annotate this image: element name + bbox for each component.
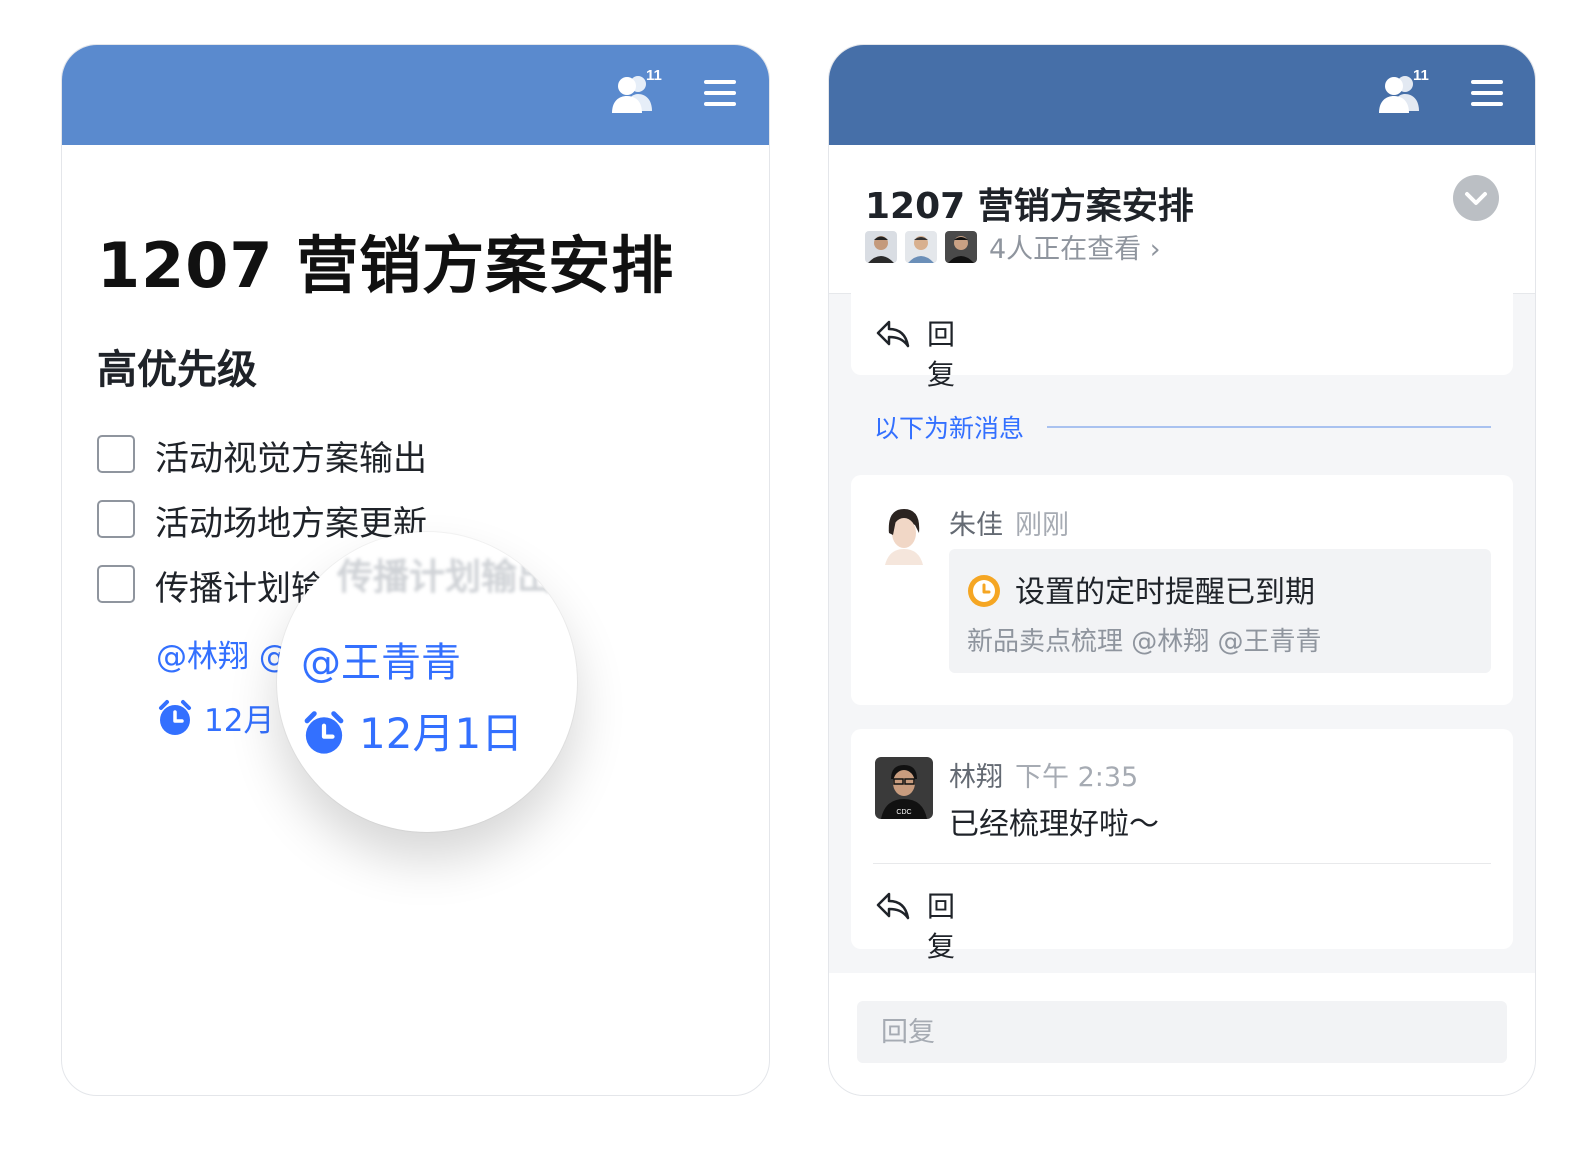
author-name[interactable]: 林翔 <box>949 762 1003 793</box>
message-divider <box>873 863 1491 864</box>
members-icon[interactable]: 11 <box>1377 67 1433 119</box>
collapse-button[interactable] <box>1453 175 1499 221</box>
new-messages-divider-line <box>1047 426 1491 428</box>
avatar <box>865 230 897 263</box>
reply-icon <box>876 892 910 920</box>
thread-header: 1207 营销方案安排 4人正在查看 › <box>829 145 1535 294</box>
message-author: 朱佳 刚刚 <box>949 503 1069 542</box>
magnified-due-date[interactable]: 12月1日 <box>301 700 523 761</box>
menu-icon[interactable] <box>702 77 742 117</box>
magnified-mention[interactable]: @王青青 <box>301 630 461 688</box>
menu-icon[interactable] <box>1469 77 1509 117</box>
reply-label: 回复 <box>927 890 956 963</box>
avatar <box>905 230 937 263</box>
reply-composer <box>829 973 1535 1095</box>
doc-title: 1207 营销方案安排 <box>97 229 675 302</box>
reply-icon <box>876 320 910 348</box>
author-name[interactable]: 朱佳 <box>949 510 1003 541</box>
message-text: 已经梳理好啦～ <box>949 807 1159 842</box>
message-time: 刚刚 <box>1015 510 1069 541</box>
section-heading: 高优先级 <box>97 347 257 393</box>
todo-checkbox[interactable] <box>97 565 135 603</box>
reminder-card[interactable]: 设置的定时提醒已到期 新品卖点梳理 @林翔 @王青青 <box>949 549 1491 673</box>
message-card: 朱佳 刚刚 设置的定时提醒已到期 新品卖点梳理 @林翔 @王青青 <box>851 475 1513 705</box>
members-count: 11 <box>1413 67 1429 84</box>
reminder-detail: 新品卖点梳理 @林翔 @王青青 <box>967 627 1322 657</box>
message-card: CDC 林翔 下午 2:35 已经梳理好啦～ 回复 <box>851 729 1513 963</box>
comments-header-bar: 11 <box>829 45 1535 145</box>
magnifier-ghost-text: 传播计划输出 <box>337 557 554 598</box>
alarm-clock-icon <box>304 711 344 754</box>
doc-panel: 11 1207 营销方案安排 高优先级 活动视觉方案输出 活动场地方案更新 传播… <box>61 44 770 1096</box>
todo-checkbox[interactable] <box>97 500 135 538</box>
zoom-magnifier: 传播计划输出 @王青青 12月1日 <box>277 532 577 832</box>
message-time: 下午 2:35 <box>1015 762 1139 793</box>
todo-mentions[interactable]: @林翔 @ <box>156 631 290 676</box>
clock-icon <box>968 575 1000 607</box>
comments-panel: 11 1207 营销方案安排 4人正在查看 › 回复 以下为新消息 朱佳 刚刚 … <box>828 44 1536 1096</box>
svg-text:CDC: CDC <box>896 809 911 816</box>
viewers-text: 4人正在查看 › <box>989 234 1161 265</box>
menu-glyph <box>1471 80 1503 106</box>
due-date-text: 12月 <box>204 703 275 739</box>
reply-input[interactable] <box>857 1001 1507 1063</box>
thread-title: 1207 营销方案安排 <box>865 186 1194 227</box>
todo-due-date[interactable]: 12月 <box>156 695 274 740</box>
members-count: 11 <box>646 67 662 84</box>
reminder-title: 设置的定时提醒已到期 <box>967 567 1315 611</box>
members-icon[interactable]: 11 <box>610 67 666 119</box>
chevron-down-icon <box>1465 192 1487 205</box>
avatar[interactable] <box>875 503 933 565</box>
previous-message-card: 回复 <box>851 293 1513 391</box>
avatar[interactable]: CDC <box>875 757 933 819</box>
magnified-date-text: 12月1日 <box>359 709 524 758</box>
avatar <box>945 230 977 263</box>
doc-header-bar: 11 <box>62 45 769 145</box>
todo-checkbox[interactable] <box>97 435 135 473</box>
new-messages-divider-label: 以下为新消息 <box>874 414 1025 443</box>
message-author: 林翔 下午 2:35 <box>949 755 1138 794</box>
reply-label: 回复 <box>927 318 956 391</box>
reminder-title-text: 设置的定时提醒已到期 <box>1015 575 1315 610</box>
menu-glyph <box>704 80 736 106</box>
alarm-clock-icon <box>159 700 191 735</box>
todo-text[interactable]: 活动视觉方案输出 <box>155 431 427 480</box>
viewers-row[interactable]: 4人正在查看 › <box>865 227 1161 265</box>
